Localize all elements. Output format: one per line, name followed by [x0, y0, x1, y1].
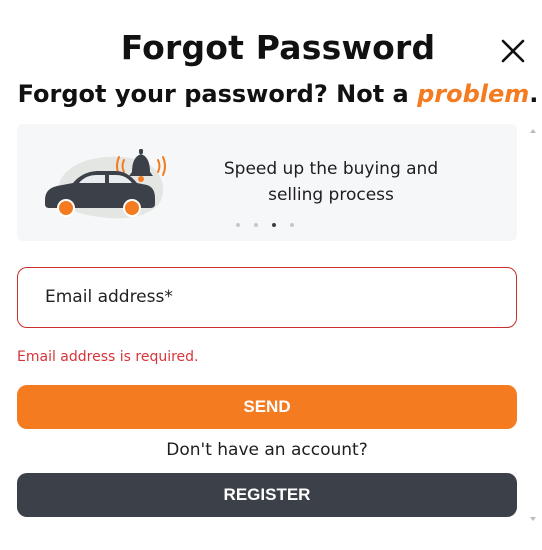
- info-carousel: Speed up the buying and selling process: [17, 124, 517, 241]
- carousel-dot-2[interactable]: [254, 223, 258, 227]
- register-button[interactable]: REGISTER: [17, 473, 517, 517]
- scroll-up-arrow[interactable]: [529, 128, 537, 134]
- carousel-dot-1[interactable]: [236, 223, 240, 227]
- subtitle-suffix: .: [529, 80, 539, 108]
- car-illustration: [45, 149, 166, 219]
- close-icon: [501, 39, 525, 63]
- email-error-message: Email address is required.: [17, 349, 199, 365]
- carousel-line-2: selling process: [268, 185, 394, 205]
- forgot-password-modal: Forgot Password Forgot your password? No…: [0, 0, 542, 550]
- modal-title: Forgot Password: [120, 28, 436, 67]
- carousel-dots: [236, 223, 294, 231]
- carousel-line-1: Speed up the buying and: [223, 159, 439, 179]
- subtitle-prefix: Forgot your password? Not a: [17, 80, 418, 108]
- carousel-text: Speed up the buying and selling process: [207, 156, 455, 208]
- carousel-dot-4[interactable]: [290, 223, 294, 227]
- carousel-dot-3[interactable]: [272, 223, 276, 227]
- email-field: [17, 267, 517, 328]
- no-account-text: Don't have an account?: [166, 440, 368, 460]
- modal-subtitle: Forgot your password? Not a problem.: [0, 80, 542, 108]
- subtitle-accent: problem: [417, 80, 530, 108]
- email-input[interactable]: [45, 282, 485, 312]
- scroll-down-arrow[interactable]: [529, 516, 537, 522]
- send-button[interactable]: SEND: [17, 385, 517, 429]
- close-button[interactable]: [498, 36, 528, 66]
